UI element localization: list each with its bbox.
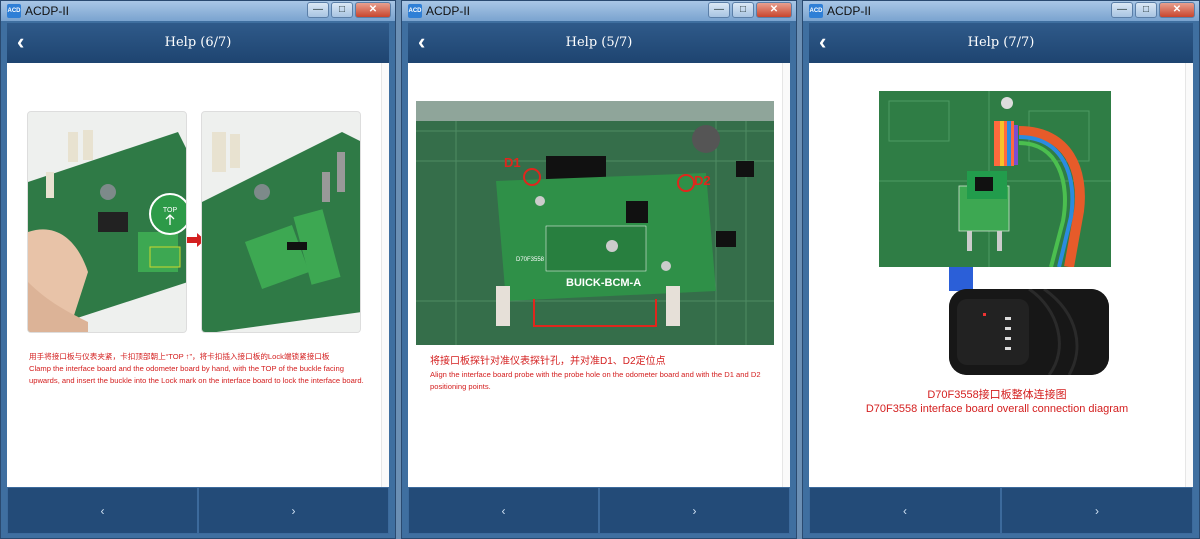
scrollbar[interactable] (381, 63, 389, 487)
window-title: ACDP-II (426, 4, 471, 18)
app-logo-icon: ACD (809, 4, 823, 18)
instruction-caption: 将接口板探针对准仪表探针孔，并对准D1、D2定位点 Align the inte… (430, 355, 770, 393)
instruction-photo-hand: TOP (27, 111, 187, 333)
help-window-6: ACD ACDP-II — □ ✕ ‹ Help (6/7) TOP 用手将接口… (0, 0, 396, 539)
page-header: ‹ Help (6/7) (7, 23, 389, 63)
page-title: Help (7/7) (967, 35, 1035, 50)
close-button[interactable]: ✕ (355, 2, 391, 18)
help-content: D70F3558接口板整体连接图 D70F3558 interface boar… (809, 63, 1193, 487)
instruction-photo-locked (201, 111, 361, 333)
cable-connector (949, 267, 973, 291)
connection-photo-board (879, 91, 1111, 267)
d1-label: D1 (504, 155, 521, 170)
close-button[interactable]: ✕ (1159, 2, 1195, 18)
pager: ‹ › (7, 487, 389, 534)
next-button[interactable]: › (599, 487, 790, 534)
caption-english: Align the interface board probe with the… (430, 370, 761, 391)
top-label: TOP (163, 207, 178, 214)
app-logo-icon: ACD (7, 4, 21, 18)
pager: ‹ › (408, 487, 790, 534)
previous-button[interactable]: ‹ (809, 487, 1001, 534)
next-button[interactable]: › (198, 487, 389, 534)
caption-chinese: 将接口板探针对准仪表探针孔，并对准D1、D2定位点 (430, 356, 666, 367)
board-model-label: D70F3558 (516, 257, 545, 263)
page-header: ‹ Help (5/7) (408, 23, 790, 63)
desktop: ACD ACDP-II — □ ✕ ‹ Help (6/7) TOP 用手将接口… (0, 0, 1200, 539)
help-content: TOP 用手将接口板与仪表夹紧，卡扣顶部朝上“TOP ↑”，将卡扣插入接口板的L… (7, 63, 389, 487)
minimize-button[interactable]: — (307, 2, 329, 18)
maximize-button[interactable]: □ (1135, 2, 1157, 18)
caption-chinese: 用手将接口板与仪表夹紧，卡扣顶部朝上“TOP ↑”，将卡扣插入接口板的Lock端… (29, 352, 330, 361)
close-button[interactable]: ✕ (756, 2, 792, 18)
title-bar[interactable]: ACD ACDP-II — □ ✕ (402, 1, 796, 21)
scrollbar[interactable] (782, 63, 790, 487)
board-name-label: BUICK-BCM-A (566, 277, 641, 289)
page-header: ‹ Help (7/7) (809, 23, 1193, 63)
caption-english: Clamp the interface board and the odomet… (29, 364, 364, 385)
page-title: Help (5/7) (565, 35, 633, 50)
help-content: D70F3558 BUICK-BCM-A D1 D2 将接口板探针对准仪表探针孔… (408, 63, 790, 487)
pager: ‹ › (809, 487, 1193, 534)
help-window-5: ACD ACDP-II — □ ✕ ‹ Help (5/7) D70F3558 … (401, 0, 797, 539)
previous-button[interactable]: ‹ (7, 487, 198, 534)
title-bar[interactable]: ACD ACDP-II — □ ✕ (803, 1, 1199, 21)
instruction-photo-probe: D70F3558 BUICK-BCM-A D1 D2 (416, 101, 774, 345)
minimize-button[interactable]: — (1111, 2, 1133, 18)
app-logo-icon: ACD (408, 4, 422, 18)
scrollbar[interactable] (1185, 63, 1193, 487)
previous-button[interactable]: ‹ (408, 487, 599, 534)
caption-chinese: D70F3558接口板整体连接图 (927, 389, 1067, 401)
page-title: Help (6/7) (164, 35, 232, 50)
minimize-button[interactable]: — (708, 2, 730, 18)
maximize-button[interactable]: □ (732, 2, 754, 18)
window-title: ACDP-II (25, 4, 70, 18)
help-window-7: ACD ACDP-II — □ ✕ ‹ Help (7/7) D70F3558接… (802, 0, 1200, 539)
title-bar[interactable]: ACD ACDP-II — □ ✕ (1, 1, 395, 21)
acdp-device-photo (949, 289, 1109, 375)
maximize-button[interactable]: □ (331, 2, 353, 18)
next-button[interactable]: › (1001, 487, 1193, 534)
window-title: ACDP-II (827, 4, 872, 18)
instruction-caption: 用手将接口板与仪表夹紧，卡扣顶部朝上“TOP ↑”，将卡扣插入接口板的Lock端… (29, 351, 369, 387)
d2-label: D2 (694, 173, 711, 188)
caption-english: D70F3558 interface board overall connect… (865, 403, 1129, 415)
